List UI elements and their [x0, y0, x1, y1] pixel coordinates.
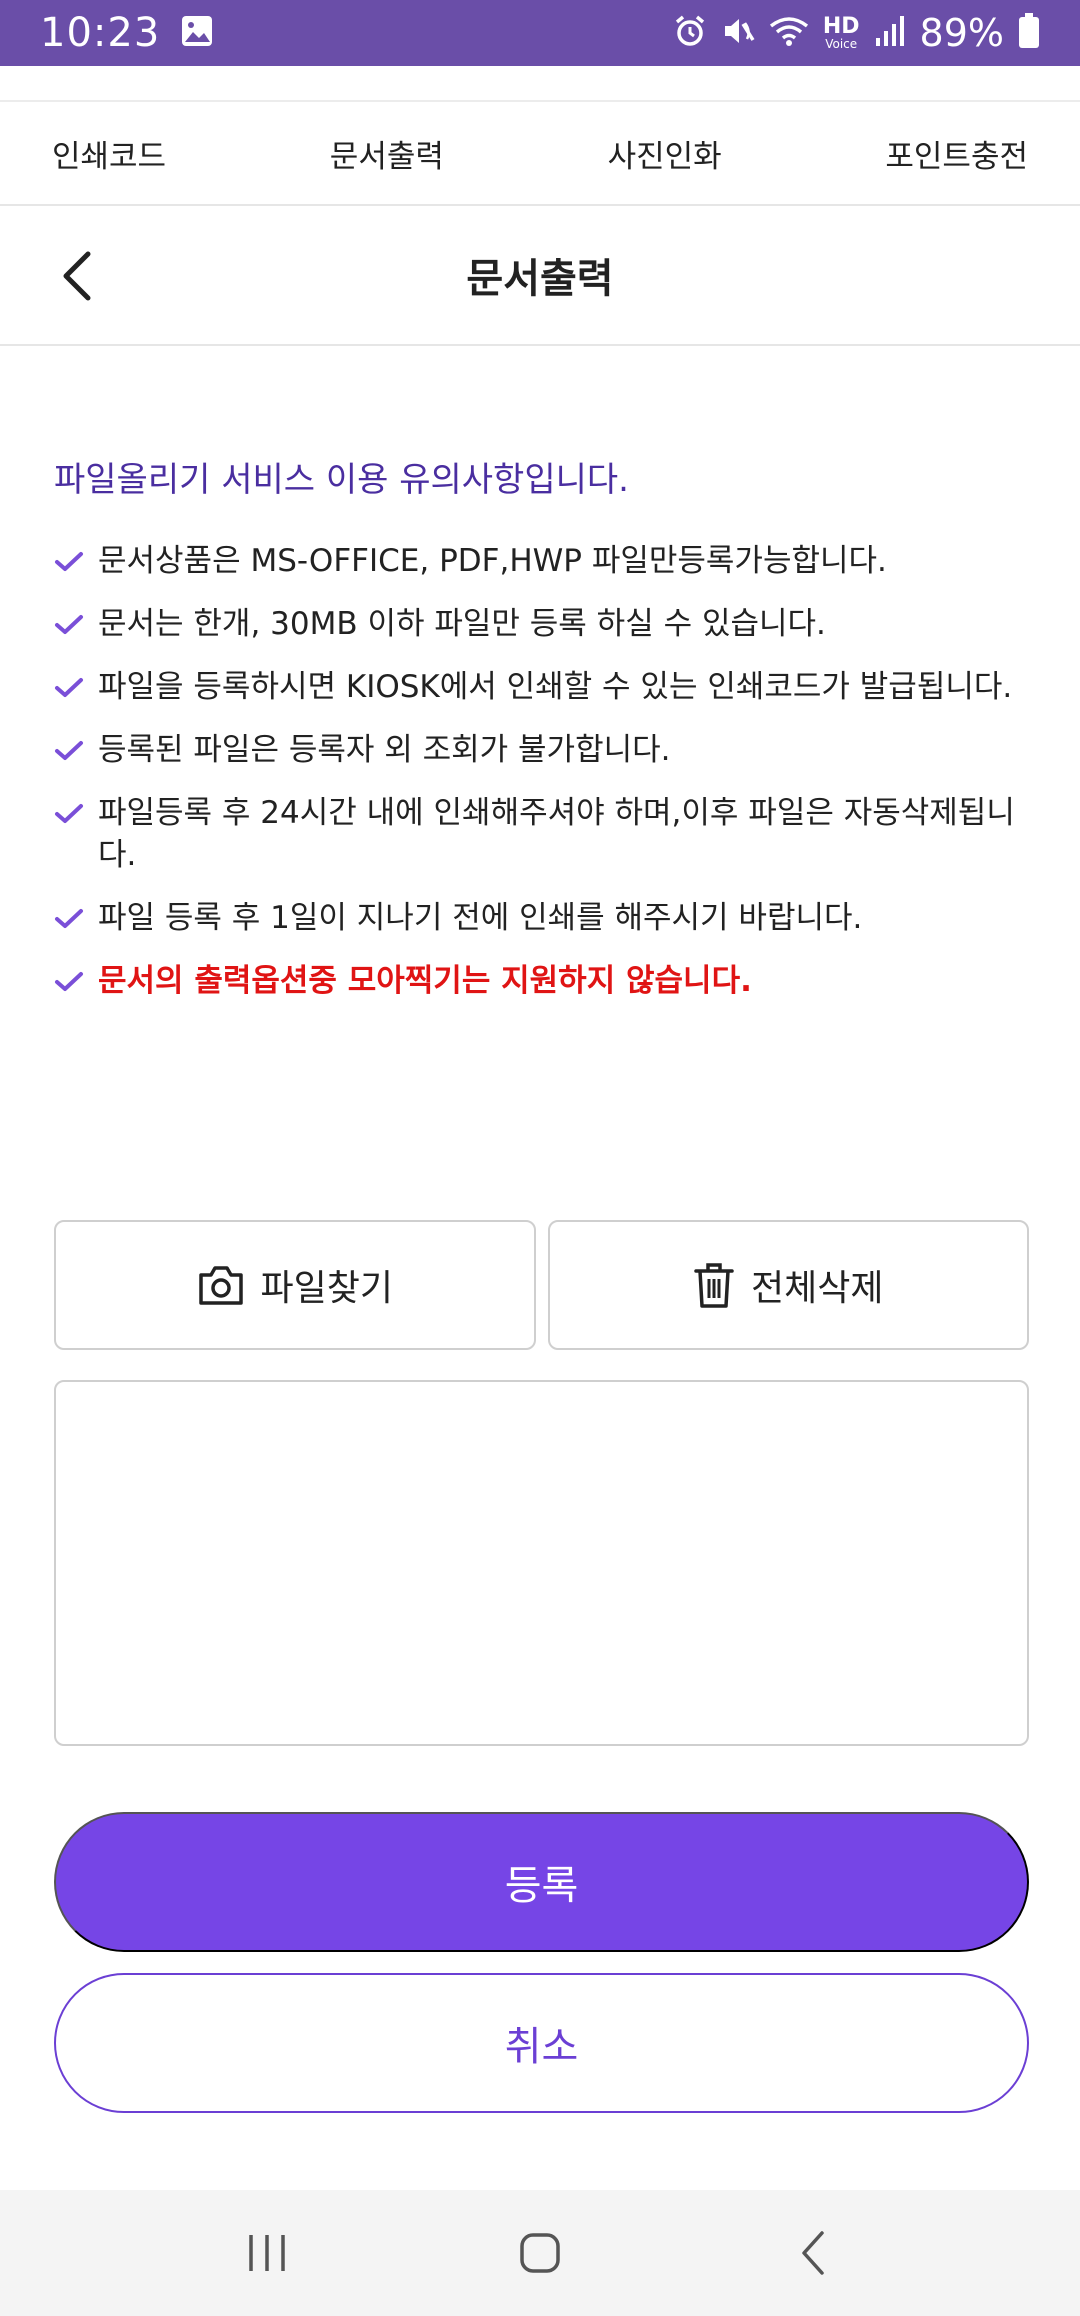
check-icon [55, 741, 83, 760]
notice-item-text: 파일등록 후 24시간 내에 인쇄해주셔야 하며,이후 파일은 자동삭제됩니다. [98, 795, 1015, 873]
notice-item-warning: 문서의 출력옵션중 모아찍기는 지원하지 않습니다. [54, 960, 1034, 1002]
find-file-label: 파일찾기 [260, 1267, 393, 1308]
notice-item: 문서상품은 MS-OFFICE, PDF,HWP 파일만등록가능합니다. [54, 540, 1034, 582]
camera-icon [198, 1266, 243, 1305]
hd-voice-indicator: HD Voice [822, 14, 860, 51]
mute-icon [721, 14, 755, 52]
check-icon [55, 615, 83, 634]
battery-percent: 89% [919, 11, 1004, 55]
chevron-left-icon [63, 251, 91, 301]
notice-item-text: 파일을 등록하시면 KIOSK에서 인쇄할 수 있는 인쇄코드가 발급됩니다. [98, 669, 1013, 705]
recent-apps-icon [248, 2235, 285, 2271]
notice-item-text: 문서의 출력옵션중 모아찍기는 지원하지 않습니다. [98, 963, 752, 999]
cancel-button[interactable]: 취소 [54, 1973, 1029, 2113]
alarm-icon [673, 14, 707, 52]
top-nav: 인쇄코드 문서출력 사진인화 포인트충전 [0, 102, 1080, 206]
check-icon [55, 678, 83, 697]
notice-item-text: 파일 등록 후 1일이 지나기 전에 인쇄를 해주시기 바랍니다. [98, 900, 863, 936]
delete-all-button[interactable]: 전체삭제 [547, 1220, 1029, 1350]
check-icon [55, 909, 83, 928]
tab-document-print[interactable]: 문서출력 [330, 131, 444, 176]
page-title: 문서출력 [466, 256, 614, 302]
find-file-button[interactable]: 파일찾기 [54, 1220, 536, 1350]
page-header: 문서출력 [0, 206, 1080, 346]
signal-icon [874, 14, 906, 52]
file-action-row: 파일찾기 전체삭제 [54, 1220, 1029, 1350]
home-icon [520, 2233, 560, 2273]
check-icon [55, 804, 83, 823]
battery-icon [1018, 13, 1040, 53]
notice-item: 파일등록 후 24시간 내에 인쇄해주셔야 하며,이후 파일은 자동삭제됩니다. [54, 792, 1034, 876]
image-notification-icon [180, 14, 214, 52]
register-button[interactable]: 등록 [54, 1812, 1029, 1952]
chevron-left-icon [802, 2231, 825, 2275]
voice-label: Voice [825, 37, 858, 51]
screen: 10:23 HD Voice 89% 인쇄코드 문서출력 사진인화 포인트충전 … [0, 0, 1080, 2316]
back-button[interactable] [50, 248, 106, 304]
notice-list: 문서상품은 MS-OFFICE, PDF,HWP 파일만등록가능합니다. 문서는… [54, 540, 1034, 1023]
notice-item: 파일을 등록하시면 KIOSK에서 인쇄할 수 있는 인쇄코드가 발급됩니다. [54, 666, 1034, 708]
check-icon [55, 972, 83, 991]
hd-label: HD [822, 14, 860, 39]
notice-item: 등록된 파일은 등록자 외 조회가 불가합니다. [54, 729, 1034, 771]
wifi-icon [769, 14, 809, 52]
notice-item-text: 문서상품은 MS-OFFICE, PDF,HWP 파일만등록가능합니다. [98, 543, 887, 579]
file-list-box[interactable] [54, 1380, 1029, 1746]
home-button[interactable] [500, 2213, 580, 2293]
delete-all-label: 전체삭제 [751, 1267, 884, 1308]
notice-item: 파일 등록 후 1일이 지나기 전에 인쇄를 해주시기 바랍니다. [54, 897, 1034, 939]
status-time: 10:23 [40, 10, 161, 56]
notice-item: 문서는 한개, 30MB 이하 파일만 등록 하실 수 있습니다. [54, 603, 1034, 645]
notice-title: 파일올리기 서비스 이용 유의사항입니다. [54, 460, 629, 500]
trash-icon [694, 1263, 734, 1308]
tab-photo-print[interactable]: 사진인화 [608, 131, 722, 176]
recent-apps-button[interactable] [227, 2213, 307, 2293]
tab-point-charge[interactable]: 포인트충전 [885, 131, 1028, 176]
tab-print-code[interactable]: 인쇄코드 [52, 131, 166, 176]
notice-item-text: 문서는 한개, 30MB 이하 파일만 등록 하실 수 있습니다. [98, 606, 826, 642]
system-back-button[interactable] [773, 2213, 853, 2293]
check-icon [55, 552, 83, 571]
status-bar: 10:23 HD Voice 89% [0, 0, 1080, 66]
status-left: 10:23 [40, 10, 214, 56]
system-nav-bar [0, 2190, 1080, 2316]
notice-item-text: 등록된 파일은 등록자 외 조회가 불가합니다. [98, 732, 671, 768]
status-right: HD Voice 89% [673, 11, 1040, 55]
